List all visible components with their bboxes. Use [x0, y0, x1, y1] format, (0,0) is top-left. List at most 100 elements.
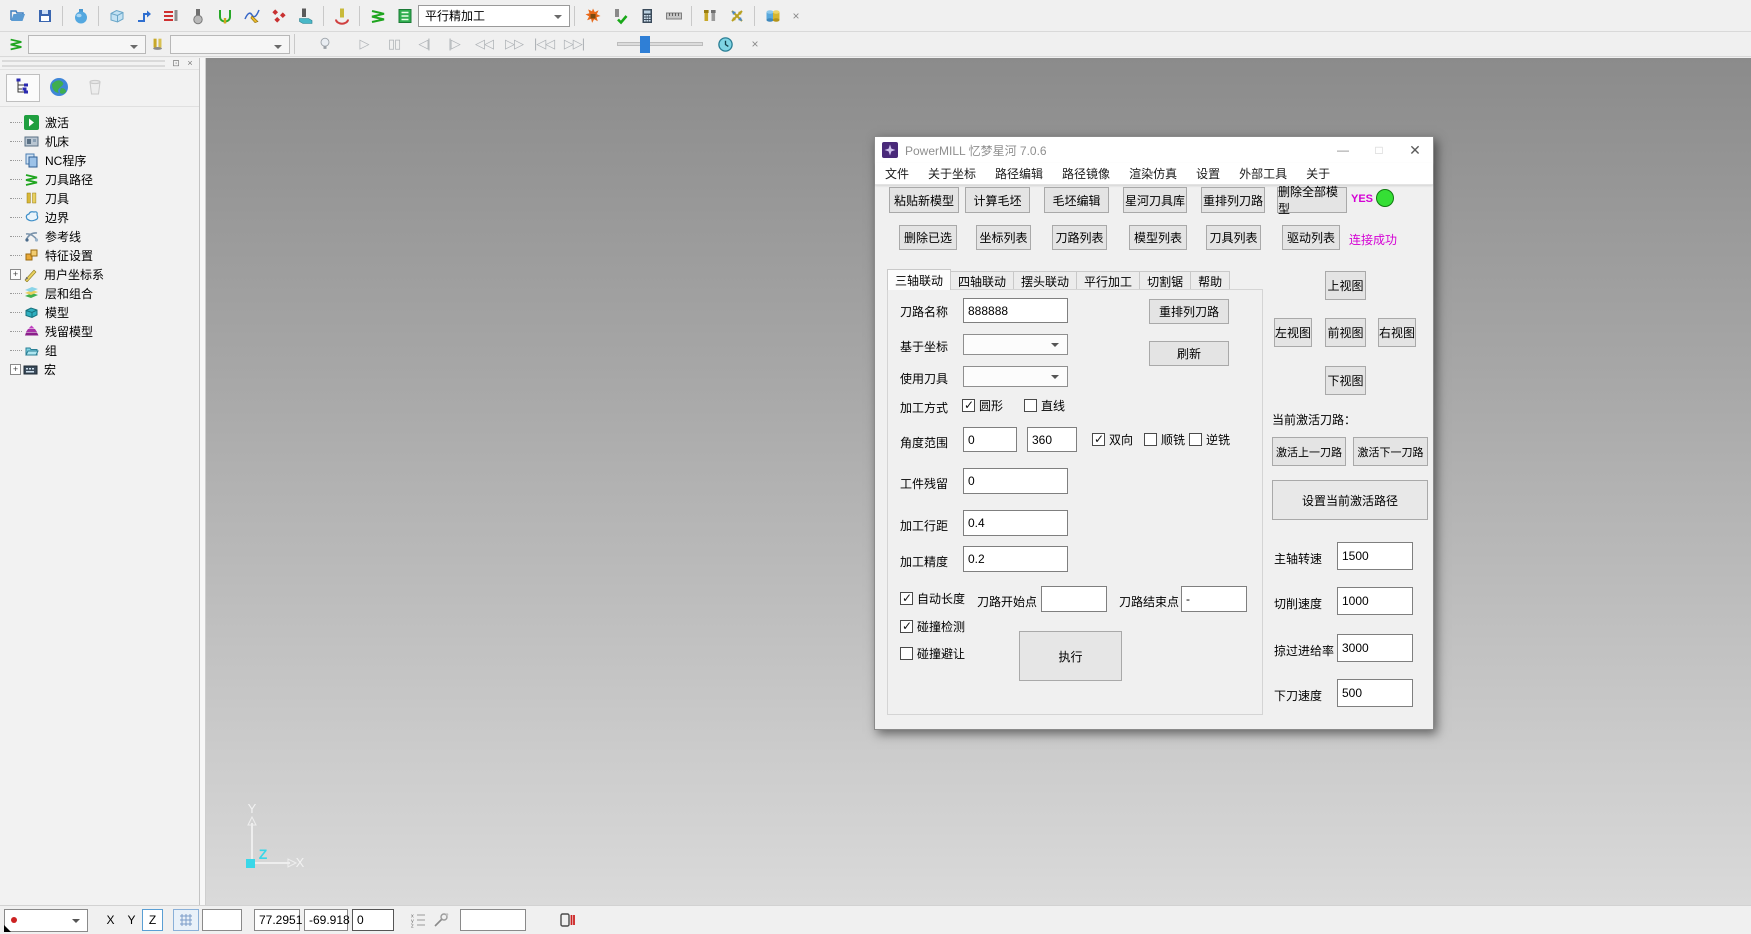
tree-item-toolpaths[interactable]: 刀具路径: [10, 170, 199, 189]
transform-icon[interactable]: [723, 3, 750, 29]
execute-button[interactable]: 执行: [1019, 631, 1122, 681]
dialog-titlebar[interactable]: PowerMILL 忆梦星河 7.0.6 — □ ✕: [875, 137, 1433, 163]
rearrange-button[interactable]: 重排列刀路: [1149, 299, 1229, 324]
coord-z-field[interactable]: 0: [352, 909, 394, 931]
search-forward-icon[interactable]: ▷▷: [499, 36, 529, 52]
toolpath-spring-icon[interactable]: [364, 3, 391, 29]
tree-item-boundaries[interactable]: 边界: [10, 208, 199, 227]
stock-edit-button[interactable]: 毛坯编辑: [1044, 187, 1109, 213]
view-top-button[interactable]: 上视图: [1325, 271, 1366, 300]
bulb-icon[interactable]: [313, 34, 337, 55]
tree-item-workplanes[interactable]: +用户坐标系: [10, 265, 199, 284]
checkbox-box[interactable]: [900, 647, 913, 660]
tree-item-machine-tools[interactable]: 机床: [10, 132, 199, 151]
expand-icon[interactable]: +: [10, 364, 21, 375]
menu-path-mirror[interactable]: 路径镜像: [1062, 165, 1110, 182]
tree-item-macros[interactable]: +宏: [10, 360, 199, 379]
toolpath-select-dropdown[interactable]: [28, 35, 146, 54]
toolpath-list-button[interactable]: 刀路列表: [1052, 225, 1107, 250]
expand-icon[interactable]: +: [10, 269, 21, 280]
tree-item-stock-models[interactable]: 残留模型: [10, 322, 199, 341]
tab-tilt-head[interactable]: 摆头联动: [1013, 271, 1077, 290]
close-button[interactable]: ✕: [1397, 137, 1433, 163]
refresh-button[interactable]: 刷新: [1149, 341, 1229, 366]
delete-all-models-button[interactable]: 删除全部模型: [1277, 187, 1347, 213]
preview-ball-icon[interactable]: [67, 3, 94, 29]
go-end-icon[interactable]: ▷▷|: [559, 36, 589, 52]
use-tool-dropdown[interactable]: [963, 366, 1068, 387]
grid-size-field[interactable]: [202, 909, 242, 931]
simulation-speed-slider[interactable]: [617, 42, 703, 46]
start-point-input[interactable]: [1041, 586, 1107, 612]
mode-line-checkbox[interactable]: 直线: [1024, 397, 1065, 414]
tool-pair-icon[interactable]: [146, 34, 170, 55]
angle-from-input[interactable]: [963, 427, 1017, 452]
toolpath-connect-icon[interactable]: [130, 3, 157, 29]
menu-settings[interactable]: 设置: [1196, 165, 1220, 182]
tree-item-patterns[interactable]: 参考线: [10, 227, 199, 246]
coord-list-button[interactable]: 坐标列表: [976, 225, 1031, 250]
panel-grip[interactable]: ⊡ ×: [0, 58, 199, 70]
activate-prev-button[interactable]: 激活上一刀路: [1272, 437, 1346, 466]
main-toolbar-close-icon[interactable]: ×: [786, 9, 806, 23]
bidirectional-checkbox[interactable]: 双向: [1092, 431, 1133, 448]
strategy-list-icon[interactable]: [391, 3, 418, 29]
strategy-dropdown[interactable]: 平行精加工: [418, 5, 570, 27]
menu-file[interactable]: 文件: [885, 165, 909, 182]
sim-toolbar-close-icon[interactable]: ×: [745, 37, 765, 51]
open-icon[interactable]: [4, 3, 31, 29]
stock-allowance-input[interactable]: [963, 468, 1068, 494]
auto-length-checkbox[interactable]: 自动长度: [900, 590, 965, 607]
paste-new-model-button[interactable]: 粘贴新模型: [889, 187, 959, 213]
cylinders-icon[interactable]: [759, 3, 786, 29]
tab-help[interactable]: 帮助: [1190, 271, 1230, 290]
plunge-speed-input[interactable]: [1337, 679, 1413, 707]
view-front-button[interactable]: 前视图: [1325, 318, 1366, 347]
grid-snap-button[interactable]: [173, 909, 199, 931]
menu-external-tools[interactable]: 外部工具: [1239, 165, 1287, 182]
climb-mill-checkbox[interactable]: 顺铣: [1144, 431, 1185, 448]
tree-item-activate[interactable]: 激活: [10, 113, 199, 132]
minimize-button[interactable]: —: [1325, 137, 1361, 163]
leads-icon[interactable]: [211, 3, 238, 29]
tab-parallel[interactable]: 平行加工: [1076, 271, 1140, 290]
tool-mount-icon[interactable]: [696, 3, 723, 29]
drive-list-button[interactable]: 驱动列表: [1282, 225, 1340, 250]
tool-check-icon[interactable]: [606, 3, 633, 29]
checkbox-box[interactable]: [1092, 433, 1105, 446]
checkbox-box[interactable]: [900, 620, 913, 633]
tab-3axis[interactable]: 三轴联动: [887, 269, 951, 290]
checkbox-box[interactable]: [1024, 399, 1037, 412]
end-point-input[interactable]: [1181, 586, 1247, 612]
step-back-icon[interactable]: ◁|: [409, 36, 439, 52]
cutting-speed-input[interactable]: [1337, 587, 1413, 615]
float-panel-icon[interactable]: ⊡: [169, 58, 183, 69]
axis-x-button[interactable]: X: [100, 909, 121, 931]
clipboard-pause-icon[interactable]: [556, 912, 578, 928]
coord-y-field[interactable]: -69.918: [304, 909, 348, 931]
probe-position-icon[interactable]: [430, 912, 452, 928]
stepover-input[interactable]: [963, 510, 1068, 536]
points-icon[interactable]: [265, 3, 292, 29]
close-panel-icon[interactable]: ×: [183, 58, 197, 69]
set-active-path-button[interactable]: 设置当前激活路径: [1272, 480, 1428, 520]
tolerance-input[interactable]: [963, 546, 1068, 572]
maximize-button[interactable]: □: [1361, 137, 1397, 163]
axis-z-button[interactable]: Z: [142, 909, 163, 931]
menu-about-coords[interactable]: 关于坐标: [928, 165, 976, 182]
base-coord-dropdown[interactable]: [963, 334, 1068, 355]
tool-block-icon[interactable]: [292, 3, 319, 29]
menu-render-sim[interactable]: 渲染仿真: [1129, 165, 1177, 182]
angle-to-input[interactable]: [1027, 427, 1077, 452]
tab-web-globe[interactable]: [42, 74, 76, 102]
compute-stock-button[interactable]: 计算毛坯: [965, 187, 1030, 213]
tree-item-groups[interactable]: 组: [10, 341, 199, 360]
delete-selected-button[interactable]: 删除已选: [899, 225, 957, 250]
checkbox-box[interactable]: [962, 399, 975, 412]
ruler-icon[interactable]: [660, 3, 687, 29]
view-bottom-button[interactable]: 下视图: [1325, 366, 1366, 395]
pattern-pencil-icon[interactable]: [238, 3, 265, 29]
search-back-icon[interactable]: ◁◁: [469, 36, 499, 52]
rapid-heights-icon[interactable]: [157, 3, 184, 29]
xyz-list-icon[interactable]: xyz: [408, 912, 430, 928]
